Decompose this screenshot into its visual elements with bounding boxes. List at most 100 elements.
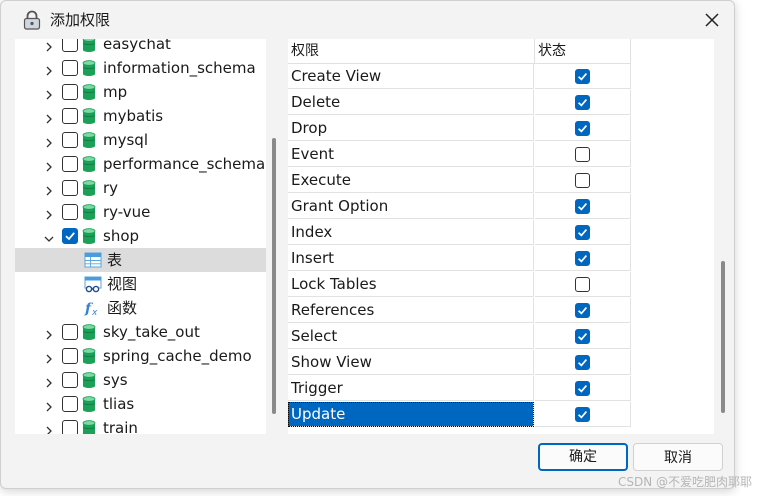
privilege-name-cell[interactable]: References [288, 298, 534, 323]
tree-item-checkbox[interactable] [62, 39, 78, 52]
table-row[interactable]: Show View [288, 350, 631, 376]
tree-subitem-view[interactable]: 视图 [15, 272, 266, 296]
chevron-right-icon[interactable] [43, 182, 55, 196]
privilege-checkbox[interactable] [575, 303, 590, 318]
privilege-checkbox[interactable] [575, 199, 590, 214]
privilege-name-cell[interactable]: Index [288, 220, 534, 245]
database-icon [82, 180, 96, 196]
table-row[interactable]: Index [288, 220, 631, 246]
privilege-name-cell[interactable]: Trigger [288, 376, 534, 401]
tree-item-shop[interactable]: shop [15, 224, 266, 248]
tree-item-train[interactable]: train [15, 416, 266, 434]
privilege-name-cell[interactable]: Event [288, 142, 534, 167]
tree-item-checkbox[interactable] [62, 228, 78, 244]
table-row[interactable]: References [288, 298, 631, 324]
tree-item-ry-vue[interactable]: ry-vue [15, 200, 266, 224]
chevron-right-icon[interactable] [43, 86, 55, 100]
chevron-right-icon[interactable] [43, 374, 55, 388]
close-button[interactable] [694, 5, 730, 37]
tree-item-checkbox[interactable] [62, 108, 78, 124]
chevron-right-icon[interactable] [43, 110, 55, 124]
database-icon [82, 324, 96, 340]
tree-item-tlias[interactable]: tlias [15, 392, 266, 416]
tree-item-checkbox[interactable] [62, 372, 78, 388]
table-row[interactable]: Grant Option [288, 194, 631, 220]
chevron-right-icon[interactable] [43, 206, 55, 220]
tree-item-easychat[interactable]: easychat [15, 39, 266, 56]
chevron-right-icon[interactable] [43, 39, 55, 52]
table-row[interactable]: Event [288, 142, 631, 168]
privilege-checkbox[interactable] [575, 147, 590, 162]
privilege-name-cell[interactable]: Execute [288, 168, 534, 193]
table-row[interactable]: Lock Tables [288, 272, 631, 298]
chevron-right-icon[interactable] [43, 134, 55, 148]
tree-item-checkbox[interactable] [62, 396, 78, 412]
privilege-name-cell[interactable]: Lock Tables [288, 272, 534, 297]
database-icon [82, 60, 96, 76]
tree-item-label: ry [103, 179, 119, 197]
privilege-checkbox[interactable] [575, 407, 590, 422]
tree-item-checkbox[interactable] [62, 348, 78, 364]
privilege-name-cell[interactable]: Update [288, 402, 534, 427]
tree-item-information-schema[interactable]: information_schema [15, 56, 266, 80]
tree-item-checkbox[interactable] [62, 132, 78, 148]
privilege-checkbox[interactable] [575, 381, 590, 396]
tree-item-mysql[interactable]: mysql [15, 128, 266, 152]
privilege-checkbox[interactable] [575, 355, 590, 370]
privilege-name-cell[interactable]: Create View [288, 64, 534, 89]
privilege-checkbox[interactable] [575, 173, 590, 188]
privilege-name-cell[interactable]: Grant Option [288, 194, 534, 219]
tree-item-spring-cache-demo[interactable]: spring_cache_demo [15, 344, 266, 368]
tree-item-performance-schema[interactable]: performance_schema [15, 152, 266, 176]
tree-item-checkbox[interactable] [62, 420, 78, 434]
chevron-down-icon[interactable] [43, 230, 55, 242]
tree-item-checkbox[interactable] [62, 204, 78, 220]
tree-subitem-table[interactable]: 表 [15, 248, 266, 272]
database-tree[interactable]: easychat information_schema mp mybatis mysql… [15, 39, 266, 434]
chevron-right-icon[interactable] [43, 326, 55, 340]
table-row[interactable]: Insert [288, 246, 631, 272]
tree-subitem-label: 视图 [107, 275, 138, 293]
tree-subitem-function[interactable]: f x 函数 [15, 296, 266, 320]
tree-item-checkbox[interactable] [62, 324, 78, 340]
tree-item-mybatis[interactable]: mybatis [15, 104, 266, 128]
tree-item-checkbox[interactable] [62, 84, 78, 100]
privilege-name-cell[interactable]: Insert [288, 246, 534, 271]
table-row[interactable]: Delete [288, 90, 631, 116]
cancel-button[interactable]: 取消 [633, 443, 723, 471]
tree-item-mp[interactable]: mp [15, 80, 266, 104]
chevron-right-icon[interactable] [43, 350, 55, 364]
privilege-name-cell[interactable]: Delete [288, 90, 534, 115]
tree-item-checkbox[interactable] [62, 180, 78, 196]
tree-item-checkbox[interactable] [62, 60, 78, 76]
privilege-checkbox[interactable] [575, 95, 590, 110]
privilege-checkbox[interactable] [575, 277, 590, 292]
privilege-checkbox[interactable] [575, 251, 590, 266]
chevron-right-icon[interactable] [43, 422, 55, 434]
tree-item-sky-take-out[interactable]: sky_take_out [15, 320, 266, 344]
chevron-right-icon[interactable] [43, 158, 55, 172]
table-row[interactable]: Update [288, 402, 631, 428]
table-row[interactable]: Create View [288, 64, 631, 90]
tree-scrollbar[interactable] [272, 138, 276, 414]
ok-button[interactable]: 确定 [538, 443, 628, 471]
tree-item-ry[interactable]: ry [15, 176, 266, 200]
tree-item-sys[interactable]: sys [15, 368, 266, 392]
table-row[interactable]: Drop [288, 116, 631, 142]
table-row[interactable]: Execute [288, 168, 631, 194]
privilege-name-cell[interactable]: Drop [288, 116, 534, 141]
privilege-checkbox[interactable] [575, 225, 590, 240]
chevron-right-icon[interactable] [43, 398, 55, 412]
privilege-name-cell[interactable]: Select [288, 324, 534, 349]
table-row[interactable]: Select [288, 324, 631, 350]
privilege-name-cell[interactable]: Show View [288, 350, 534, 375]
close-icon [705, 12, 719, 31]
chevron-right-icon[interactable] [43, 62, 55, 76]
tree-item-checkbox[interactable] [62, 156, 78, 172]
dialog-title: 添加权限 [50, 11, 111, 29]
table-scrollbar[interactable] [721, 261, 725, 413]
privilege-checkbox[interactable] [575, 329, 590, 344]
privilege-checkbox[interactable] [575, 69, 590, 84]
table-row[interactable]: Trigger [288, 376, 631, 402]
privilege-checkbox[interactable] [575, 121, 590, 136]
